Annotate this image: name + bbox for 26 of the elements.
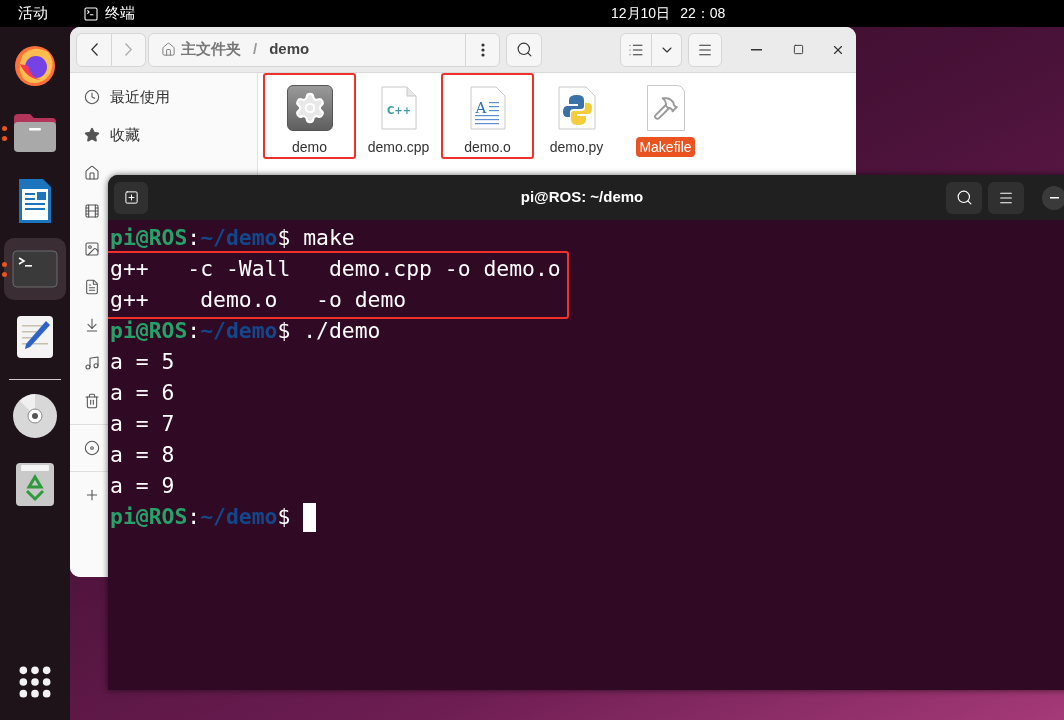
sidebar-item[interactable]: 最近使用 bbox=[70, 78, 257, 116]
file-name[interactable]: demo.cpp bbox=[364, 137, 433, 157]
terminal-line: a = 5 bbox=[110, 348, 175, 377]
terminal-line: a = 9 bbox=[110, 472, 175, 501]
clock[interactable]: 12月10日 22：08 bbox=[611, 3, 726, 24]
terminal-line: pi@ROS:~/demo$ make bbox=[110, 224, 355, 253]
terminal-line: g++ demo.o -o demo bbox=[110, 286, 407, 315]
file-name[interactable]: Makefile bbox=[636, 137, 695, 157]
terminal-line: pi@ROS:~/demo$ bbox=[110, 503, 291, 532]
file-name[interactable]: demo.o bbox=[461, 137, 514, 157]
path-separator: / bbox=[253, 39, 258, 60]
window-title: pi@ROS: ~/demo bbox=[520, 187, 644, 208]
terminal-line: pi@ROS:~/demo$ ./demo bbox=[110, 317, 381, 346]
file-name[interactable]: demo.py bbox=[546, 137, 607, 157]
terminal-line: g++ -c -Wall demo.cpp -o demo.o bbox=[110, 255, 561, 284]
text-file-icon: A bbox=[468, 85, 507, 131]
app-menu[interactable]: 终端 bbox=[83, 2, 135, 25]
terminal-line: a = 6 bbox=[110, 379, 175, 408]
path-segment[interactable]: 主文件夹 bbox=[181, 38, 241, 61]
file-name[interactable]: demo bbox=[289, 137, 330, 157]
code-file-icon: C++ bbox=[379, 85, 418, 131]
terminal-line: a = 7 bbox=[110, 410, 175, 439]
sidebar-item[interactable]: 收藏 bbox=[70, 116, 257, 154]
activities-button[interactable]: 活动 bbox=[18, 2, 48, 25]
path-segment[interactable]: demo bbox=[269, 38, 310, 61]
terminal-line: a = 8 bbox=[110, 441, 175, 470]
